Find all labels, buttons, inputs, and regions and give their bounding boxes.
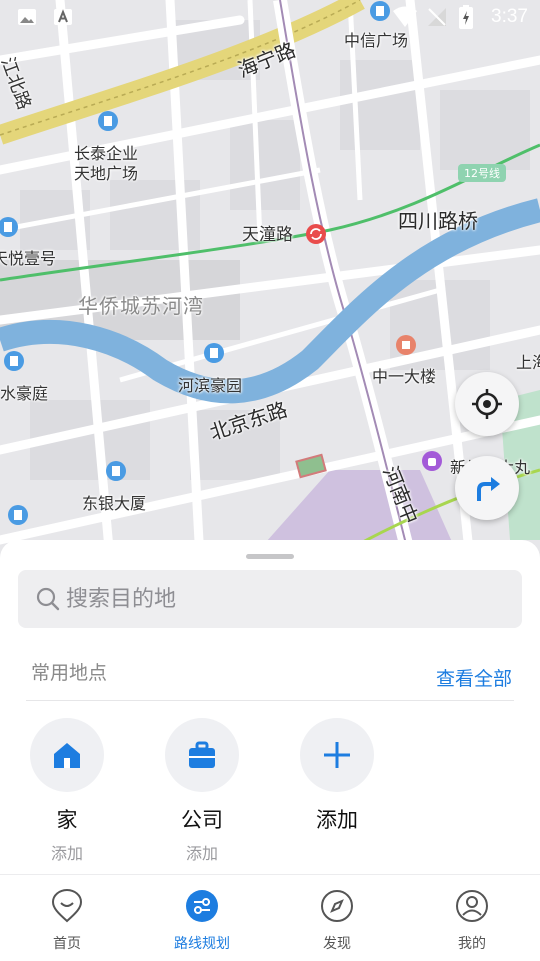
building-pin-icon[interactable] <box>202 342 226 366</box>
search-box[interactable] <box>18 570 522 628</box>
place-add-name: 添加 <box>316 808 358 832</box>
place-company-name: 公司 <box>181 808 223 832</box>
divider <box>26 700 514 701</box>
status-bar: 3:37 <box>0 0 540 36</box>
building-pin-icon[interactable] <box>96 110 120 134</box>
building-pin-icon[interactable] <box>104 460 128 484</box>
road-label-sichuan: 四川路桥 <box>398 209 478 233</box>
poi-hebin[interactable]: 河滨豪园 <box>178 372 242 396</box>
poi-zhongyi[interactable]: 中一大楼 <box>372 363 436 387</box>
building-pin-icon[interactable] <box>6 504 30 528</box>
place-add[interactable]: 添加 <box>282 718 392 834</box>
place-company-circle[interactable] <box>165 718 239 792</box>
building-pin-icon[interactable] <box>2 350 26 374</box>
tab-bar: 首页 路线规划 发现 我的 <box>0 874 540 961</box>
section-title: 常用地点 <box>31 662 108 684</box>
poi-changtai-2[interactable]: 天地广场 <box>74 160 138 184</box>
poi-shanghai-edge[interactable]: 上海 <box>516 349 540 373</box>
poi-dongyin[interactable]: 东银大厦 <box>82 490 146 514</box>
landmark-pin-icon[interactable] <box>394 334 418 358</box>
tab-mine[interactable]: 我的 <box>422 889 522 953</box>
tab-home-label: 首页 <box>53 936 81 952</box>
view-all-link[interactable]: 查看全部 <box>436 664 512 691</box>
tab-mine-label: 我的 <box>458 936 486 952</box>
poi-tianyue[interactable]: 天悦壹号 <box>0 245 56 269</box>
drag-handle[interactable] <box>246 554 294 559</box>
tab-discover[interactable]: 发现 <box>287 889 387 953</box>
gallery-icon <box>18 9 36 25</box>
plus-icon <box>324 742 350 768</box>
profile-icon <box>456 890 488 922</box>
tab-route-planning[interactable]: 路线规划 <box>152 889 252 953</box>
no-signal-icon <box>428 8 446 26</box>
place-home-name: 家 <box>56 808 78 832</box>
place-add-circle[interactable] <box>300 718 374 792</box>
tab-home[interactable]: 首页 <box>17 889 117 953</box>
home-face-icon <box>51 889 83 923</box>
place-home-sub: 添加 <box>50 844 83 863</box>
locate-button[interactable] <box>455 372 519 436</box>
route-icon <box>186 890 218 922</box>
tab-route-planning-label: 路线规划 <box>174 936 230 952</box>
compass-icon <box>321 890 353 922</box>
tab-discover-label: 发现 <box>323 936 351 952</box>
road-label-tiantong: 天潼路 <box>242 225 293 245</box>
district-label: 华侨城苏河湾 <box>78 294 204 318</box>
shopping-pin-icon[interactable] <box>420 450 444 474</box>
poi-shuihao[interactable]: 水豪庭 <box>0 380 48 404</box>
place-home-circle[interactable] <box>30 718 104 792</box>
search-input[interactable] <box>66 570 506 628</box>
locate-icon <box>472 389 502 419</box>
metro-station-icon[interactable] <box>304 222 328 246</box>
route-shortcut-button[interactable] <box>455 456 519 520</box>
metro-line-badge: 12号线 <box>458 164 506 182</box>
place-company-sub: 添加 <box>185 844 218 863</box>
battery-charging-icon <box>459 5 473 29</box>
font-app-icon <box>54 9 72 25</box>
place-home[interactable]: 家 添加 <box>12 718 122 864</box>
briefcase-icon <box>189 741 215 768</box>
place-company[interactable]: 公司 添加 <box>147 718 257 864</box>
search-icon <box>36 587 60 611</box>
home-icon <box>54 743 80 768</box>
turn-right-arrow-icon <box>477 477 500 501</box>
status-time: 3:37 <box>491 6 528 27</box>
wifi-icon <box>393 6 417 27</box>
building-pin-icon[interactable] <box>0 216 20 240</box>
